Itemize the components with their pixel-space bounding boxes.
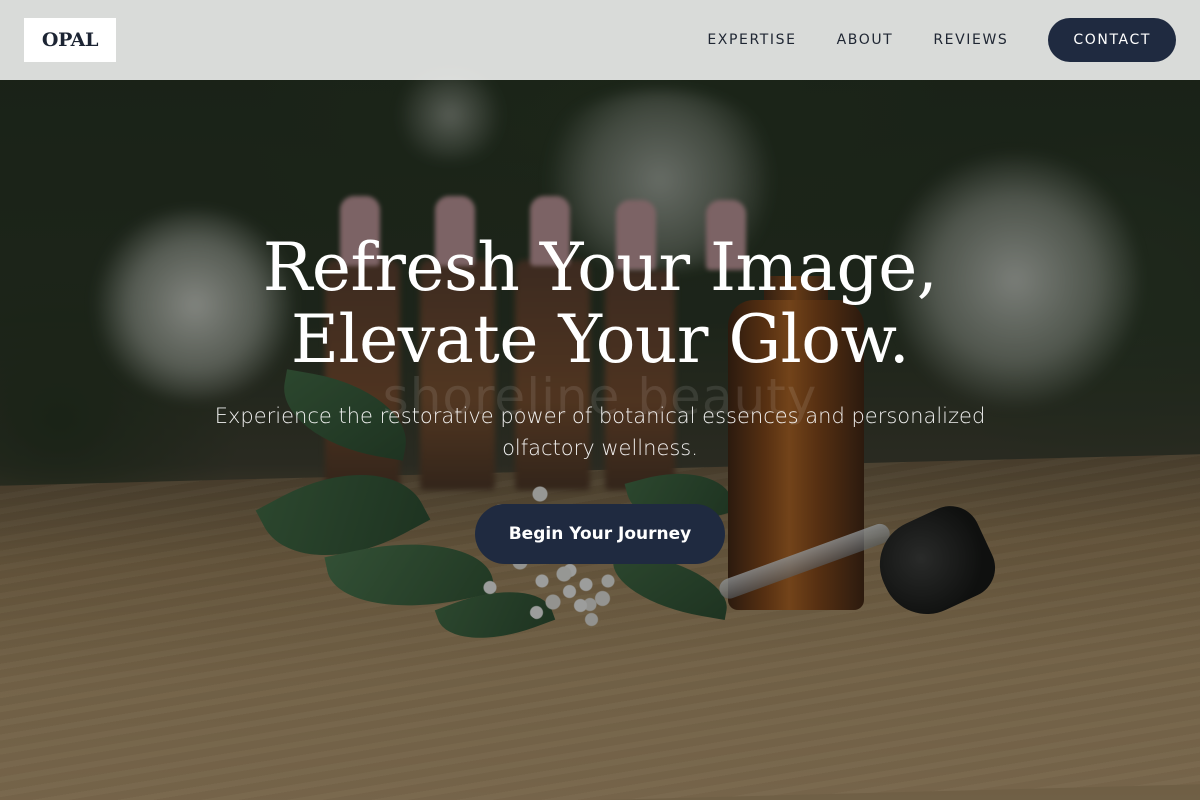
- begin-journey-button[interactable]: Begin Your Journey: [475, 504, 725, 564]
- hero-headline-line-1: Refresh Your Image,: [262, 229, 938, 306]
- hero-headline: Refresh Your Image, Elevate Your Glow.: [0, 232, 1200, 376]
- hero-headline-line-2: Elevate Your Glow.: [290, 301, 910, 378]
- top-navigation-bar: OPAL EXPERTISE ABOUT REVIEWS CONTACT: [0, 0, 1200, 80]
- hero-subtext: Experience the restorative power of bota…: [214, 404, 986, 460]
- nav-link-expertise[interactable]: EXPERTISE: [707, 32, 796, 48]
- nav-link-about[interactable]: ABOUT: [837, 32, 894, 48]
- hero-content: Refresh Your Image, Elevate Your Glow. E…: [0, 232, 1200, 564]
- contact-button[interactable]: CONTACT: [1048, 18, 1176, 62]
- nav-link-reviews[interactable]: REVIEWS: [933, 32, 1008, 48]
- hero-section: shoreline beauty Refresh Your Image, Ele…: [0, 0, 1200, 800]
- nav-links: EXPERTISE ABOUT REVIEWS CONTACT: [707, 18, 1176, 62]
- brand-logo[interactable]: OPAL: [24, 18, 116, 62]
